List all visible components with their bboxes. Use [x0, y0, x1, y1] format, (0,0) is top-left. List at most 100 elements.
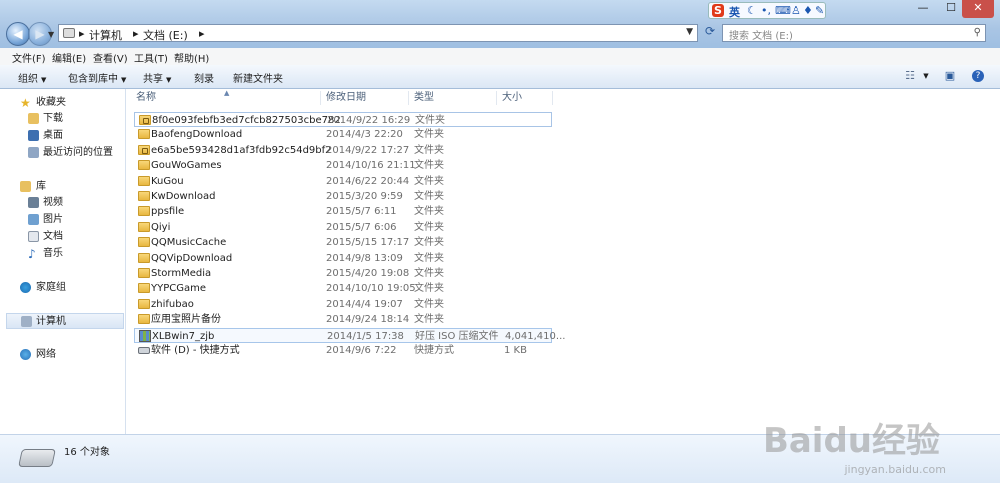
minimize-button[interactable]: —: [908, 0, 938, 18]
share-button[interactable]: 共享 ▼: [143, 70, 171, 85]
view-dropdown-icon[interactable]: ▼: [920, 70, 932, 82]
menu-help[interactable]: 帮助(H): [174, 50, 209, 65]
drive-shortcut-icon: [138, 347, 150, 354]
column-divider[interactable]: [552, 91, 553, 105]
nav-favorites[interactable]: ★ 收藏夹: [0, 95, 125, 111]
nav-downloads-label: 下载: [43, 113, 63, 124]
column-header-size[interactable]: 大小: [502, 89, 522, 107]
back-button[interactable]: ◀: [6, 22, 30, 46]
file-row[interactable]: Qiyi 2015/5/7 6:06 文件夹: [134, 220, 552, 235]
nav-homegroup[interactable]: 家庭组: [0, 280, 125, 296]
file-type: 文件夹: [414, 314, 444, 326]
file-name: 8f0e093febfb3ed7cfcb827503cbe782: [152, 115, 341, 126]
file-type: 文件夹: [414, 283, 444, 295]
new-folder-button[interactable]: 新建文件夹: [233, 70, 283, 85]
file-row[interactable]: e6a5be593428d1af3fdb92c54d9bf2 2014/9/22 …: [134, 143, 552, 158]
address-dropdown-icon[interactable]: ▼: [686, 27, 693, 37]
breadcrumb-separator[interactable]: ▸: [79, 27, 85, 40]
folder-icon: [138, 314, 150, 325]
nav-recent-label: 最近访问的位置: [43, 147, 113, 158]
menu-file[interactable]: 文件(F): [12, 50, 46, 65]
nav-documents[interactable]: 文档: [0, 229, 125, 245]
file-name: KwDownload: [151, 191, 216, 202]
wrench-icon[interactable]: ✎: [815, 4, 824, 17]
share-label: 共享: [143, 74, 163, 85]
close-button[interactable]: ✕: [962, 0, 994, 18]
file-date: 2014/4/3 22:20: [326, 129, 403, 141]
ime-toolbar[interactable]: S 英 ☾ •, ⌨ ♙ ♦ ✎: [708, 2, 826, 19]
sogou-logo[interactable]: S: [712, 4, 724, 17]
menu-tools[interactable]: 工具(T): [134, 50, 168, 65]
homegroup-icon: [20, 282, 31, 293]
file-row[interactable]: ppsfile 2015/5/7 6:11 文件夹: [134, 204, 552, 219]
menu-edit[interactable]: 编辑(E): [52, 50, 86, 65]
column-divider[interactable]: [496, 91, 497, 105]
file-row[interactable]: KuGou 2014/6/22 20:44 文件夹: [134, 174, 552, 189]
file-size: 4,041,410...: [505, 330, 566, 342]
preview-pane-icon[interactable]: ▣: [944, 70, 956, 82]
search-input[interactable]: 搜索 文档 (E:) ⚲: [722, 24, 986, 42]
file-name: Qiyi: [151, 221, 171, 233]
breadcrumb-computer[interactable]: 计算机: [89, 27, 122, 43]
file-row[interactable]: GouWoGames 2014/10/16 21:11 文件夹: [134, 158, 552, 173]
file-date: 2014/10/10 19:05: [326, 283, 416, 295]
user-icon[interactable]: ♙: [791, 4, 801, 17]
nav-downloads[interactable]: 下载: [0, 111, 125, 127]
desktop-icon: [28, 130, 39, 141]
file-row[interactable]: YYPCGame 2014/10/10 19:05 文件夹: [134, 281, 552, 296]
file-row[interactable]: zhifubao 2014/4/4 19:07 文件夹: [134, 297, 552, 312]
punctuation-icon[interactable]: •,: [761, 4, 771, 17]
nav-libraries[interactable]: 库: [0, 179, 125, 195]
ime-mode-indicator[interactable]: 英: [729, 4, 740, 20]
file-date: 2014/9/22 17:27: [326, 144, 410, 156]
include-in-library-button[interactable]: 包含到库中 ▼: [68, 70, 126, 85]
burn-button[interactable]: 刻录: [194, 70, 214, 85]
keyboard-icon[interactable]: ⌨: [775, 4, 791, 17]
column-header-date[interactable]: 修改日期: [326, 89, 366, 107]
file-type: 文件夹: [414, 298, 444, 310]
organize-button[interactable]: 组织 ▼: [18, 70, 46, 85]
file-name: XLBwin7_zjb: [152, 330, 215, 342]
view-options-icon[interactable]: ☷: [904, 70, 916, 82]
nav-recent-places[interactable]: 最近访问的位置: [0, 145, 125, 161]
file-date: 2014/9/6 7:22: [326, 345, 397, 356]
breadcrumb-separator[interactable]: ▸: [199, 27, 205, 40]
file-row[interactable]: 软件 (D) - 快捷方式 2014/9/6 7:22 快捷方式 1 KB: [134, 343, 552, 358]
file-name: StormMedia: [151, 268, 212, 279]
file-row[interactable]: BaofengDownload 2014/4/3 22:20 文件夹: [134, 127, 552, 142]
file-row[interactable]: 8f0e093febfb3ed7cfcb827503cbe782 2014/9/2…: [134, 112, 552, 127]
breadcrumb-drive[interactable]: 文档 (E:): [143, 27, 188, 43]
file-row[interactable]: QQVipDownload 2014/9/8 13:09 文件夹: [134, 251, 552, 266]
nav-videos-label: 视频: [43, 197, 63, 208]
file-date: 2014/10/16 21:11: [326, 160, 416, 172]
nav-desktop[interactable]: 桌面: [0, 128, 125, 144]
refresh-icon[interactable]: ⟳: [700, 24, 720, 42]
breadcrumb-separator[interactable]: ▸: [133, 27, 139, 40]
file-row[interactable]: StormMedia 2015/4/20 19:08 文件夹: [134, 266, 552, 281]
folder-icon: [138, 206, 150, 217]
nav-computer[interactable]: 计算机: [6, 313, 124, 329]
file-row[interactable]: QQMusicCache 2015/5/15 17:17 文件夹: [134, 235, 552, 250]
search-icon[interactable]: ⚲: [974, 27, 981, 38]
nav-pictures[interactable]: 图片: [0, 212, 125, 228]
file-row[interactable]: XLBwin7_zjb 2014/1/5 17:38 好压 ISO 压缩文件 4,04…: [134, 327, 565, 343]
nav-network[interactable]: 网络: [0, 347, 125, 363]
address-bar[interactable]: ▸ 计算机 ▸ 文档 (E:) ▸ ▼: [58, 24, 698, 42]
folder-icon: [138, 237, 150, 248]
file-name: 软件 (D) - 快捷方式: [151, 345, 240, 356]
nav-computer-label: 计算机: [36, 316, 66, 327]
help-icon[interactable]: ?: [972, 70, 984, 82]
file-row[interactable]: KwDownload 2015/3/20 9:59 文件夹: [134, 189, 552, 204]
nav-videos[interactable]: 视频: [0, 195, 125, 211]
recent-pages-dropdown[interactable]: ▼: [48, 30, 54, 39]
column-header-name[interactable]: 名称: [136, 89, 156, 107]
menu-view[interactable]: 查看(V): [93, 50, 128, 65]
moon-icon[interactable]: ☾: [747, 4, 757, 17]
skin-icon[interactable]: ♦: [803, 4, 813, 17]
column-divider[interactable]: [408, 91, 409, 105]
folder-icon: [138, 160, 150, 171]
file-row[interactable]: 应用宝照片备份 2014/9/24 18:14 文件夹: [134, 312, 552, 327]
column-header-type[interactable]: 类型: [414, 89, 434, 107]
nav-music[interactable]: ♪ 音乐: [0, 246, 125, 262]
column-divider[interactable]: [320, 91, 321, 105]
